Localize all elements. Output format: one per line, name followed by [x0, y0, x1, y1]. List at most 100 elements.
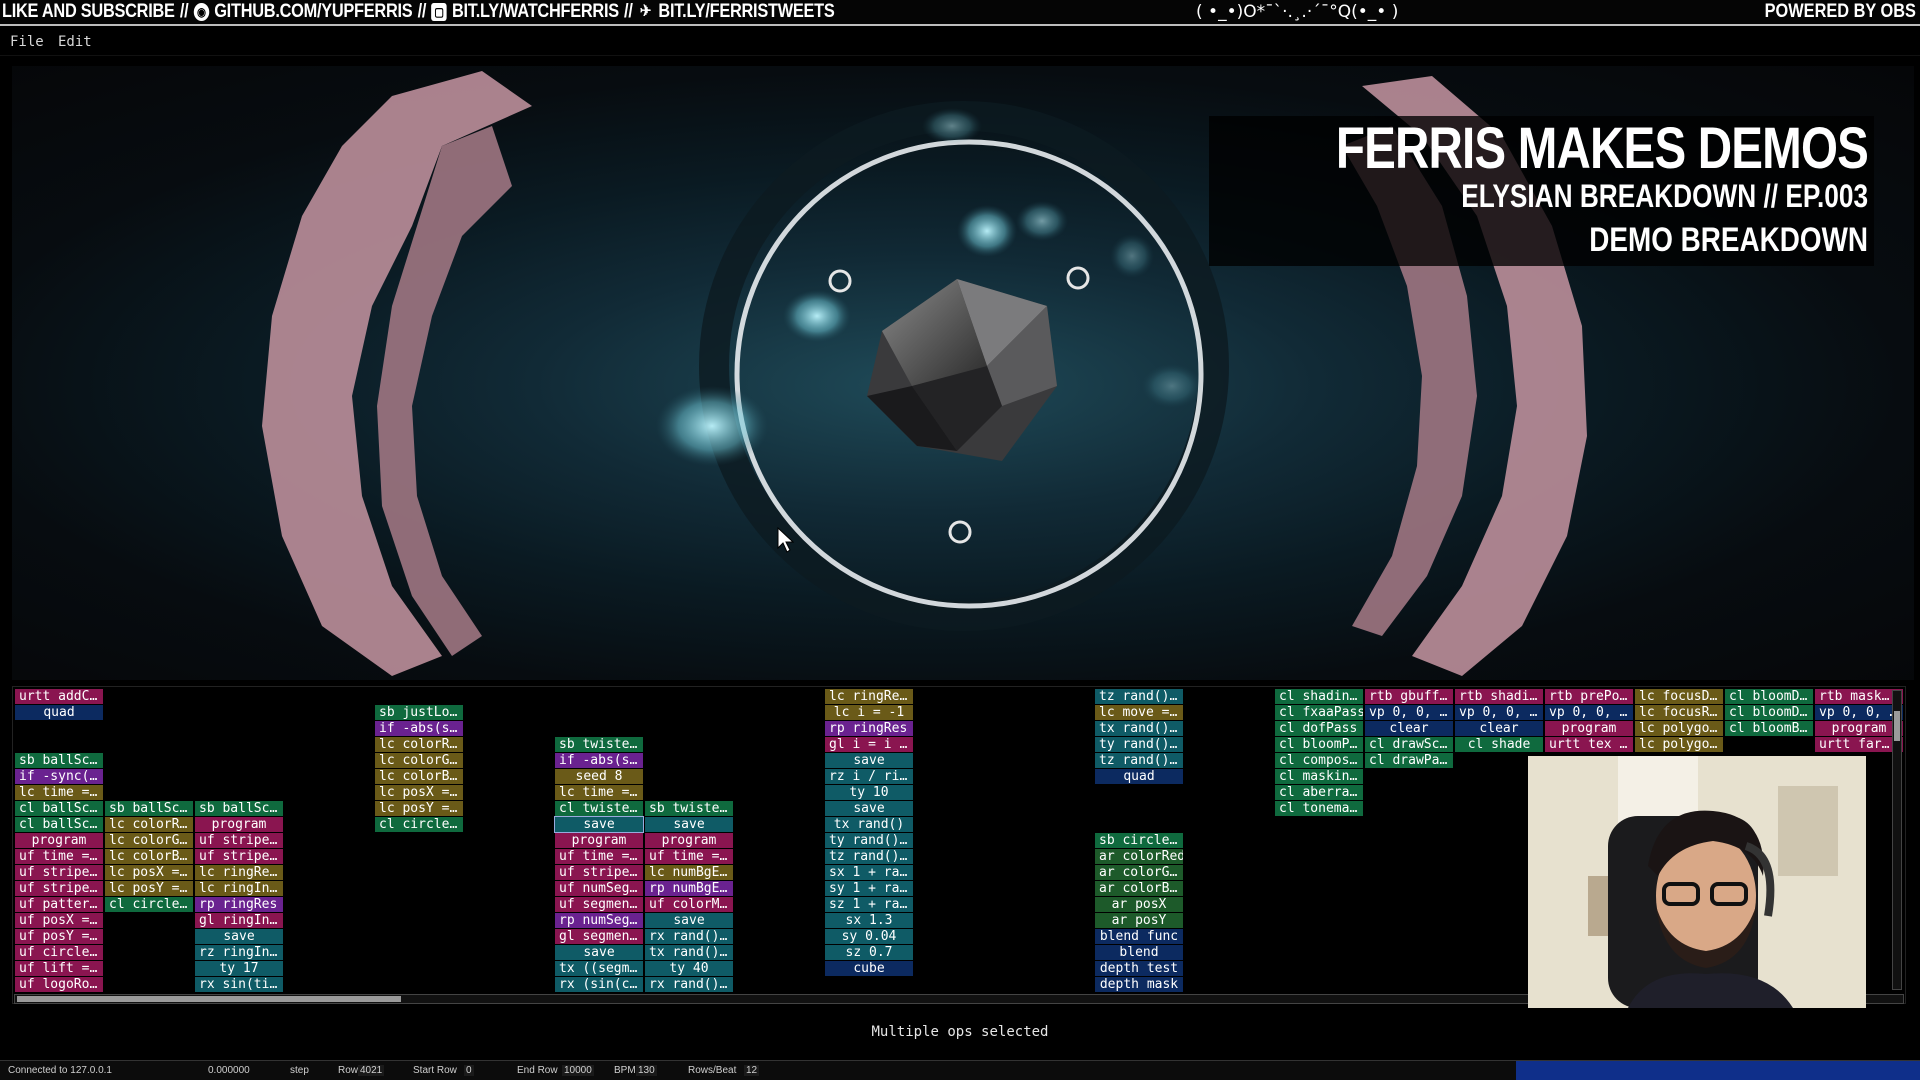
op-node[interactable]: sb justLo…	[375, 705, 463, 720]
op-node[interactable]: uf patter…	[15, 897, 103, 912]
op-node[interactable]: tx rand()…	[645, 945, 733, 960]
op-node[interactable]: uf numSeg…	[555, 881, 643, 896]
op-node[interactable]: lc focusD…	[1635, 689, 1723, 704]
op-node[interactable]: tz rand()…	[825, 849, 913, 864]
op-node[interactable]: gl segmen…	[555, 929, 643, 944]
op-node[interactable]: tz rand()…	[1095, 753, 1183, 768]
op-node[interactable]: uf logoRo…	[15, 977, 103, 992]
op-node[interactable]: lc colorR…	[105, 817, 193, 832]
op-node[interactable]: vp 0, 0, …	[1815, 705, 1903, 720]
op-node[interactable]: ty 40	[645, 961, 733, 976]
op-node[interactable]: rp ringRes	[195, 897, 283, 912]
op-node[interactable]: tx ((segm…	[555, 961, 643, 976]
op-node[interactable]: lc colorB…	[375, 769, 463, 784]
op-node[interactable]: save	[825, 801, 913, 816]
op-node[interactable]: clear	[1455, 721, 1543, 736]
op-node[interactable]: sz 0.7	[825, 945, 913, 960]
bpm-input[interactable]: 130	[636, 1065, 657, 1076]
op-node[interactable]: ty 17	[195, 961, 283, 976]
op-node[interactable]: lc i = -1	[825, 705, 913, 720]
op-node[interactable]: cl compos…	[1275, 753, 1363, 768]
op-node[interactable]: uf stripe…	[195, 833, 283, 848]
op-node[interactable]: lc posY =…	[105, 881, 193, 896]
horizontal-scroll-thumb[interactable]	[17, 996, 401, 1002]
op-node[interactable]: lc colorG…	[105, 833, 193, 848]
op-node[interactable]: uf time =…	[645, 849, 733, 864]
op-node[interactable]: lc posY =…	[375, 801, 463, 816]
op-node[interactable]: vp 0, 0, …	[1545, 705, 1633, 720]
op-node[interactable]: rp ringRes	[825, 721, 913, 736]
op-node[interactable]: uf colorM…	[645, 897, 733, 912]
op-node[interactable]: save	[645, 817, 733, 832]
op-node[interactable]: program	[1545, 721, 1633, 736]
op-node[interactable]: uf time =…	[555, 849, 643, 864]
op-node[interactable]: rp numBgE…	[645, 881, 733, 896]
op-node[interactable]: uf stripe…	[555, 865, 643, 880]
op-node[interactable]: ar colorRed	[1095, 849, 1183, 864]
op-node[interactable]: uf lift =…	[15, 961, 103, 976]
op-node[interactable]: program	[645, 833, 733, 848]
op-node[interactable]: rz ringIn…	[195, 945, 283, 960]
op-node[interactable]: program	[15, 833, 103, 848]
start-row-input[interactable]: 0	[464, 1065, 474, 1076]
op-node[interactable]: seed 8	[555, 769, 643, 784]
op-node[interactable]: uf time =…	[15, 849, 103, 864]
op-node[interactable]: sx 1.3	[825, 913, 913, 928]
op-node[interactable]: tz rand()…	[1095, 689, 1183, 704]
op-node[interactable]: save	[195, 929, 283, 944]
render-viewport[interactable]: FERRIS MAKES DEMOS ELYSIAN BREAKDOWN // …	[12, 66, 1914, 680]
rows-beat-input[interactable]: 12	[744, 1065, 760, 1076]
op-node[interactable]: cube	[825, 961, 913, 976]
op-node[interactable]: cl circle…	[105, 897, 193, 912]
op-node[interactable]: lc focusR…	[1635, 705, 1723, 720]
op-node[interactable]: urtt tex …	[1545, 737, 1633, 752]
op-node[interactable]: if -abs(s…	[375, 721, 463, 736]
op-node[interactable]: lc ringRe…	[825, 689, 913, 704]
op-node[interactable]: cl shadin…	[1275, 689, 1363, 704]
op-node[interactable]: sy 0.04	[825, 929, 913, 944]
op-node[interactable]: lc numBgE…	[645, 865, 733, 880]
op-node[interactable]: cl circle…	[375, 817, 463, 832]
op-node[interactable]: cl ballSc…	[15, 817, 103, 832]
op-node[interactable]: ar posY	[1095, 913, 1183, 928]
op-node[interactable]: sz 1 + ra…	[825, 897, 913, 912]
op-node[interactable]: if -abs(s…	[555, 753, 643, 768]
op-node[interactable]: lc posX =…	[375, 785, 463, 800]
op-node[interactable]: cl tonema…	[1275, 801, 1363, 816]
op-node[interactable]: rp numSeg…	[555, 913, 643, 928]
op-node[interactable]: save	[825, 753, 913, 768]
op-node[interactable]: rtb gbuff…	[1365, 689, 1453, 704]
op-node[interactable]: cl bloomD…	[1725, 705, 1813, 720]
op-node[interactable]: cl dofPass	[1275, 721, 1363, 736]
op-node[interactable]: cl bloomB…	[1725, 721, 1813, 736]
op-node[interactable]: sx 1 + ra…	[825, 865, 913, 880]
op-node[interactable]: uf segmen…	[555, 897, 643, 912]
op-node[interactable]: gl i = i …	[825, 737, 913, 752]
op-node[interactable]: cl twiste…	[555, 801, 643, 816]
op-node[interactable]: lc colorR…	[375, 737, 463, 752]
op-node[interactable]: program	[1815, 721, 1903, 736]
op-node[interactable]: tx rand()…	[1095, 721, 1183, 736]
op-node[interactable]: program	[555, 833, 643, 848]
op-node[interactable]: tx rand()	[825, 817, 913, 832]
op-node[interactable]: lc colorG…	[375, 753, 463, 768]
op-node[interactable]: sb ballSc…	[15, 753, 103, 768]
op-node[interactable]: sy 1 + ra…	[825, 881, 913, 896]
op-node[interactable]: sb ballSc…	[195, 801, 283, 816]
op-node[interactable]: gl ringIn…	[195, 913, 283, 928]
op-node[interactable]: save	[645, 913, 733, 928]
op-node[interactable]: cl drawPa…	[1365, 753, 1453, 768]
op-node[interactable]: cl shade	[1455, 737, 1543, 752]
op-node[interactable]: rz i / ri…	[825, 769, 913, 784]
op-node[interactable]: uf stripe…	[15, 881, 103, 896]
op-node[interactable]: uf posY =…	[15, 929, 103, 944]
op-node[interactable]: urtt addC…	[15, 689, 103, 704]
op-node[interactable]: vp 0, 0, …	[1455, 705, 1543, 720]
op-node[interactable]: sb twiste…	[555, 737, 643, 752]
op-node[interactable]: cl ballSc…	[15, 801, 103, 816]
op-node[interactable]: lc ringRe…	[195, 865, 283, 880]
op-node[interactable]: lc time =…	[555, 785, 643, 800]
op-node[interactable]: cl bloomP…	[1275, 737, 1363, 752]
op-node[interactable]: cl fxaaPass	[1275, 705, 1363, 720]
op-node[interactable]: ar posX	[1095, 897, 1183, 912]
